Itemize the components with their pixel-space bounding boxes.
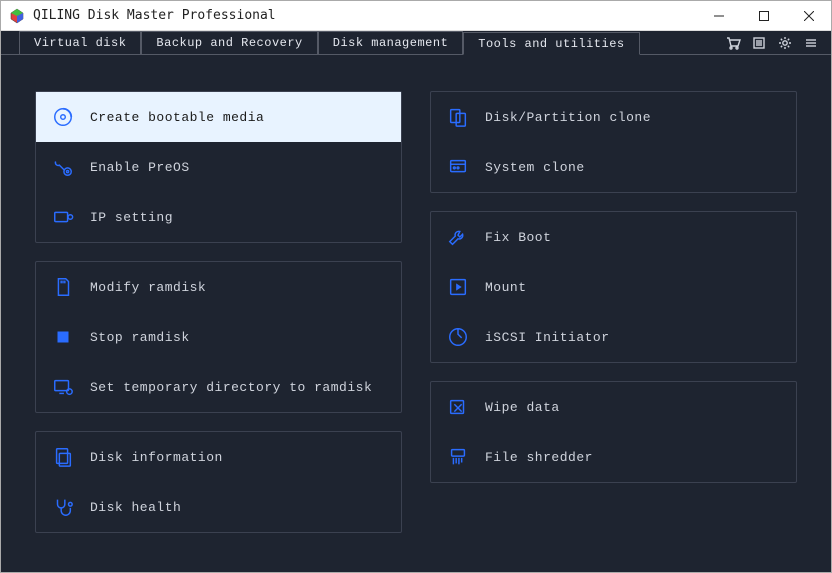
item-create-bootable-media[interactable]: Create bootable media bbox=[36, 92, 401, 142]
item-wipe-data[interactable]: Wipe data bbox=[431, 382, 796, 432]
item-label: Modify ramdisk bbox=[90, 280, 206, 295]
item-label: iSCSI Initiator bbox=[485, 330, 610, 345]
eraser-icon bbox=[445, 394, 471, 420]
disc-icon bbox=[50, 104, 76, 130]
tab-virtual-disk[interactable]: Virtual disk bbox=[19, 31, 141, 54]
item-disk-health[interactable]: Disk health bbox=[36, 482, 401, 532]
item-label: Create bootable media bbox=[90, 110, 264, 125]
titlebar: QILING Disk Master Professional bbox=[1, 1, 831, 31]
item-enable-preos[interactable]: Enable PreOS bbox=[36, 142, 401, 192]
item-label: System clone bbox=[485, 160, 585, 175]
tab-backup-recovery[interactable]: Backup and Recovery bbox=[141, 31, 317, 54]
item-label: Mount bbox=[485, 280, 527, 295]
item-label: File shredder bbox=[485, 450, 593, 465]
iscsi-icon bbox=[445, 324, 471, 350]
tools-group-clone: Disk/Partition clone System clone bbox=[430, 91, 797, 193]
menu-icon[interactable] bbox=[801, 33, 821, 53]
item-label: Enable PreOS bbox=[90, 160, 190, 175]
item-modify-ramdisk[interactable]: Modify ramdisk bbox=[36, 262, 401, 312]
shredder-icon bbox=[445, 444, 471, 470]
left-column: Create bootable media Enable PreOS IP se… bbox=[35, 91, 402, 533]
stethoscope-icon bbox=[50, 494, 76, 520]
tabbar: Virtual disk Backup and Recovery Disk ma… bbox=[1, 31, 831, 55]
network-icon bbox=[50, 204, 76, 230]
item-system-clone[interactable]: System clone bbox=[431, 142, 796, 192]
minimize-button[interactable] bbox=[696, 1, 741, 31]
tools-group-ramdisk: Modify ramdisk Stop ramdisk Set temporar… bbox=[35, 261, 402, 413]
item-stop-ramdisk[interactable]: Stop ramdisk bbox=[36, 312, 401, 362]
play-icon bbox=[445, 274, 471, 300]
item-iscsi-initiator[interactable]: iSCSI Initiator bbox=[431, 312, 796, 362]
app-logo-icon bbox=[9, 8, 25, 24]
close-button[interactable] bbox=[786, 1, 831, 31]
item-ip-setting[interactable]: IP setting bbox=[36, 192, 401, 242]
item-disk-partition-clone[interactable]: Disk/Partition clone bbox=[431, 92, 796, 142]
item-set-temp-ramdisk[interactable]: Set temporary directory to ramdisk bbox=[36, 362, 401, 412]
item-fix-boot[interactable]: Fix Boot bbox=[431, 212, 796, 262]
tabbar-icons bbox=[723, 31, 831, 54]
tools-group-diskinfo: Disk information Disk health bbox=[35, 431, 402, 533]
tab-disk-management[interactable]: Disk management bbox=[318, 31, 464, 54]
tab-tools-utilities[interactable]: Tools and utilities bbox=[463, 32, 639, 55]
gear-wrench-icon bbox=[50, 154, 76, 180]
list-icon[interactable] bbox=[749, 33, 769, 53]
settings-icon[interactable] bbox=[775, 33, 795, 53]
app-title: QILING Disk Master Professional bbox=[33, 8, 696, 23]
item-disk-information[interactable]: Disk information bbox=[36, 432, 401, 482]
item-label: Disk health bbox=[90, 500, 181, 515]
item-label: Wipe data bbox=[485, 400, 560, 415]
wrench-icon bbox=[445, 224, 471, 250]
cart-icon[interactable] bbox=[723, 33, 743, 53]
item-label: Disk information bbox=[90, 450, 223, 465]
tools-group-boot: Create bootable media Enable PreOS IP se… bbox=[35, 91, 402, 243]
item-label: Disk/Partition clone bbox=[485, 110, 651, 125]
tools-content: Create bootable media Enable PreOS IP se… bbox=[1, 55, 831, 551]
clone-icon bbox=[445, 104, 471, 130]
item-label: Fix Boot bbox=[485, 230, 551, 245]
item-label: IP setting bbox=[90, 210, 173, 225]
stop-icon bbox=[50, 324, 76, 350]
document-icon bbox=[50, 444, 76, 470]
item-label: Set temporary directory to ramdisk bbox=[90, 380, 372, 395]
item-mount[interactable]: Mount bbox=[431, 262, 796, 312]
tools-group-mount: Fix Boot Mount iSCSI Initiator bbox=[430, 211, 797, 363]
item-file-shredder[interactable]: File shredder bbox=[431, 432, 796, 482]
item-label: Stop ramdisk bbox=[90, 330, 190, 345]
maximize-button[interactable] bbox=[741, 1, 786, 31]
right-column: Disk/Partition clone System clone Fix Bo… bbox=[430, 91, 797, 533]
monitor-gear-icon bbox=[50, 374, 76, 400]
tools-group-wipe: Wipe data File shredder bbox=[430, 381, 797, 483]
sdcard-icon bbox=[50, 274, 76, 300]
system-clone-icon bbox=[445, 154, 471, 180]
